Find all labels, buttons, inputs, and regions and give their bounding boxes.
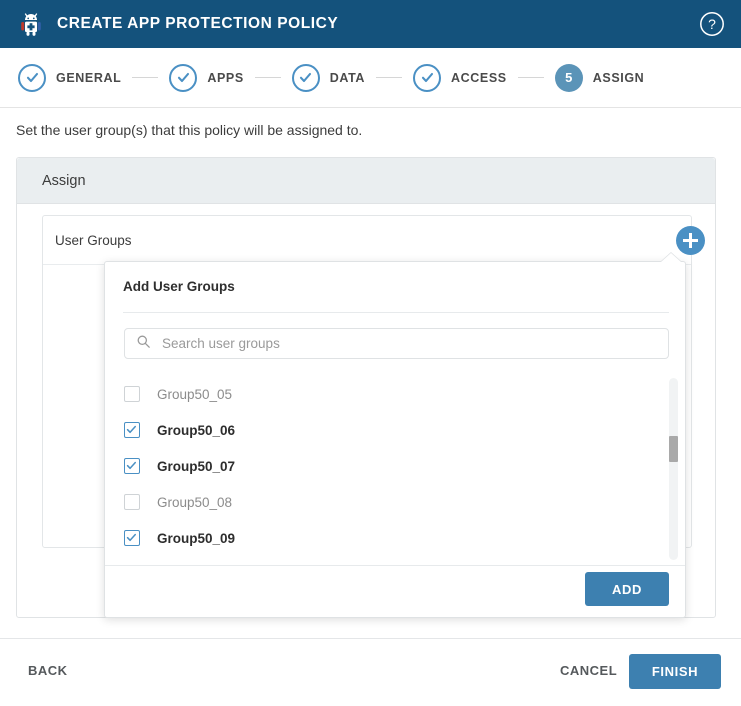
list-item-label: Group50_07	[157, 459, 235, 474]
step-apps[interactable]: APPS	[169, 64, 243, 92]
step-separator	[376, 77, 402, 78]
step-general[interactable]: GENERAL	[18, 64, 121, 92]
step-check-icon	[413, 64, 441, 92]
help-circle-icon[interactable]: ?	[699, 11, 725, 37]
list-item[interactable]: Group50_07	[105, 448, 685, 484]
list-item-label: Group50_09	[157, 531, 235, 546]
step-separator	[518, 77, 544, 78]
search-user-groups-box[interactable]	[124, 328, 669, 359]
dialog-title-divider	[123, 312, 669, 313]
group-checkbox[interactable]	[124, 494, 140, 510]
list-item[interactable]: Group50_05	[105, 376, 685, 412]
step-data[interactable]: DATA	[292, 64, 365, 92]
list-item-label: Group50_06	[157, 423, 235, 438]
list-item[interactable]: Group50_08	[105, 484, 685, 520]
assign-panel-title: Assign	[42, 173, 86, 189]
step-check-icon	[169, 64, 197, 92]
user-groups-list: Group50_05 Group50_06 Group50_07	[105, 376, 685, 562]
checkmark-icon	[126, 532, 137, 543]
window-title-bar: CREATE APP PROTECTION POLICY ?	[0, 0, 741, 48]
dialog-add-button[interactable]: ADD	[585, 572, 669, 606]
list-item-label: Group50_05	[157, 387, 232, 402]
group-checkbox[interactable]	[124, 458, 140, 474]
group-checkbox[interactable]	[124, 530, 140, 546]
step-assign[interactable]: 5 ASSIGN	[555, 64, 645, 92]
step-number: 5	[565, 70, 572, 85]
page-title: CREATE APP PROTECTION POLICY	[57, 15, 338, 33]
step-label: GENERAL	[56, 71, 121, 85]
cancel-button[interactable]: CANCEL	[554, 662, 623, 679]
step-number-badge: 5	[555, 64, 583, 92]
step-check-icon	[18, 64, 46, 92]
svg-text:?: ?	[708, 16, 716, 32]
add-user-groups-dialog: Add User Groups Group50_05	[104, 261, 686, 618]
group-checkbox[interactable]	[124, 422, 140, 438]
user-groups-card-header: User Groups	[43, 216, 691, 265]
dialog-footer-divider	[105, 565, 685, 566]
step-separator	[255, 77, 281, 78]
dialog-caret	[661, 253, 681, 262]
create-app-protection-policy-wizard: CREATE APP PROTECTION POLICY ? GENERAL	[0, 0, 741, 706]
search-input[interactable]	[160, 335, 630, 352]
dialog-title: Add User Groups	[123, 279, 235, 294]
group-checkbox[interactable]	[124, 386, 140, 402]
plus-icon	[689, 233, 692, 248]
search-icon	[136, 334, 151, 354]
list-item[interactable]: Group50_09	[105, 520, 685, 556]
list-item[interactable]: Group50_06	[105, 412, 685, 448]
list-item-label: Group50_08	[157, 495, 232, 510]
wizard-stepper: GENERAL APPS DATA	[0, 48, 741, 108]
user-groups-label: User Groups	[55, 233, 132, 248]
step-label: APPS	[207, 71, 243, 85]
intro-text: Set the user group(s) that this policy w…	[16, 122, 362, 138]
step-label: DATA	[330, 71, 365, 85]
finish-button[interactable]: FINISH	[629, 654, 721, 689]
step-access[interactable]: ACCESS	[413, 64, 507, 92]
back-button[interactable]: BACK	[22, 662, 74, 679]
checkmark-icon	[126, 460, 137, 471]
add-user-groups-button[interactable]	[676, 226, 705, 255]
step-label: ASSIGN	[593, 71, 645, 85]
android-robot-shield-icon	[18, 11, 44, 37]
step-check-icon	[292, 64, 320, 92]
assign-panel-header: Assign	[17, 158, 715, 204]
list-scrollbar[interactable]	[669, 378, 678, 560]
checkmark-icon	[126, 424, 137, 435]
step-separator	[132, 77, 158, 78]
scrollbar-thumb[interactable]	[669, 436, 678, 462]
step-label: ACCESS	[451, 71, 507, 85]
